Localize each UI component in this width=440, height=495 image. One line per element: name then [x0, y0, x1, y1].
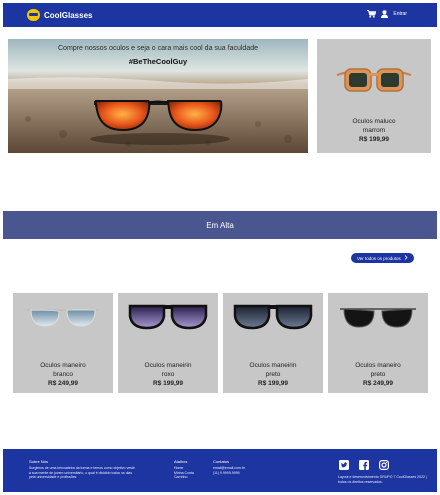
footer-phone: (11) 9 9999-9999	[213, 470, 240, 475]
product-price: R$ 199,99	[258, 380, 288, 387]
social-links	[339, 457, 390, 475]
product-card[interactable]: Oculos maneirin preto R$ 199,99	[223, 293, 323, 393]
product-price: R$ 249,99	[48, 380, 78, 387]
twitter-icon[interactable]	[339, 457, 349, 475]
product-price: R$ 199,99	[153, 380, 183, 387]
footer-copyright: Layout e desenvolvimento GRUPO 7 CoolGla…	[338, 475, 427, 484]
chevron-right-icon	[404, 255, 408, 261]
brand-name: CoolGlasses	[44, 10, 93, 20]
product-name: Oculos maneiro	[40, 362, 86, 369]
hero-hashtag: #BeTheCoolGuy	[128, 57, 188, 66]
footer-about-title: Sobre Nós	[29, 459, 48, 464]
product-price: R$ 199,99	[359, 136, 389, 143]
wayfarer-black-sunglasses-image	[233, 304, 313, 330]
header-actions: Entrar	[367, 10, 407, 18]
cart-icon[interactable]	[367, 10, 377, 18]
trending-section-header: Em Alta	[3, 211, 437, 239]
product-name: Oculos maneirin	[249, 362, 297, 369]
product-name: Oculos maluco	[352, 118, 396, 125]
product-color: preto	[370, 371, 386, 378]
aviator-black-sunglasses-image	[340, 308, 416, 328]
product-color: preto	[265, 371, 281, 378]
aviator-blue-sunglasses-image	[27, 309, 99, 327]
product-price: R$ 249,99	[363, 380, 393, 387]
footer-contact-title: Contatos	[213, 459, 230, 464]
hero-banner[interactable]: Compre nossos oculos e seja o cara mais …	[8, 39, 308, 153]
product-card[interactable]: Oculos maneiro branco R$ 249,99	[13, 293, 113, 393]
product-color: roxo	[161, 371, 175, 378]
section-title: Em Alta	[206, 221, 234, 230]
footer-links-title: Atalhos	[174, 459, 188, 464]
footer-link-cart[interactable]: Carrinho	[174, 475, 187, 480]
footer: Sobre Nós Surgimos de uma brincadeira da…	[3, 449, 437, 492]
product-name: Oculos maneiro	[355, 362, 401, 369]
product-color: marrom	[362, 127, 386, 134]
user-icon[interactable]	[381, 10, 389, 18]
wayfarer-purple-sunglasses-image	[128, 304, 208, 330]
login-link[interactable]: Entrar	[393, 11, 407, 17]
facebook-icon[interactable]	[359, 457, 369, 475]
instagram-icon[interactable]	[379, 457, 390, 475]
product-card[interactable]: Oculos maneiro preto R$ 249,99	[328, 293, 428, 393]
product-name: Oculos maneirin	[144, 362, 192, 369]
footer-about-text: Surgimos de uma brincadeira da turma e t…	[29, 466, 135, 479]
page: CoolGlasses Entrar Compre nossos oculos …	[3, 3, 437, 492]
featured-product-card[interactable]: Oculos maluco marrom R$ 199,99	[317, 39, 431, 153]
hero-headline: Compre nossos oculos e seja o cara mais …	[58, 45, 258, 52]
orange-sunglasses-image	[336, 68, 412, 92]
sunglasses-logo-icon	[27, 9, 40, 21]
see-all-label: Ver todos os produtos	[357, 255, 401, 261]
brand-logo[interactable]: CoolGlasses	[27, 9, 92, 21]
top-navbar: CoolGlasses Entrar	[3, 3, 437, 27]
see-all-products-button[interactable]: Ver todos os produtos	[351, 253, 414, 263]
product-card[interactable]: Oculos maneirin roxo R$ 199,99	[118, 293, 218, 393]
product-color: branco	[53, 371, 73, 378]
